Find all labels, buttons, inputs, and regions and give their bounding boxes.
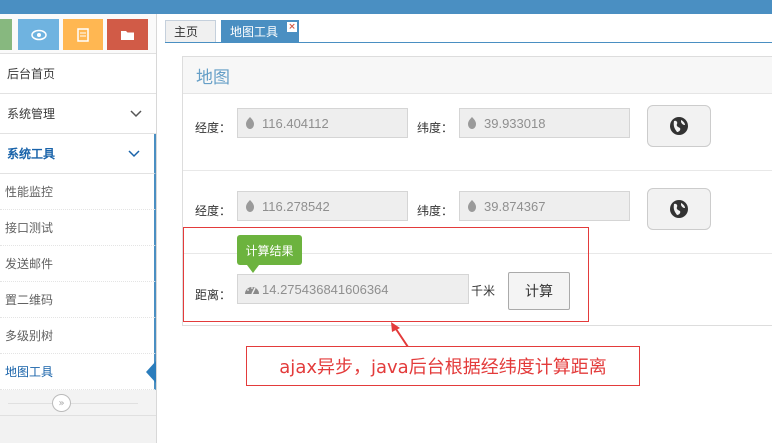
annotation-callout: ajax异步，java后台根据经纬度计算距离	[246, 346, 640, 386]
shortcut-button-blue[interactable]	[18, 19, 59, 50]
annotation-text: ajax异步，java后台根据经纬度计算距离	[279, 357, 607, 378]
sidebar-subitem-send-email[interactable]: 发送邮件	[0, 246, 156, 282]
sidebar-item-label: 系统工具	[7, 147, 56, 161]
latitude-label: 纬度：	[417, 121, 454, 135]
tab-label: 地图工具	[230, 25, 279, 39]
annotation-highlight-box	[183, 227, 589, 322]
sidebar-subitem-label: 地图工具	[5, 365, 54, 379]
note-icon	[77, 27, 89, 42]
latitude-input-2[interactable]: 39.874367	[459, 191, 630, 221]
panel-title: 地图	[196, 67, 230, 88]
sidebar-item-system-tools[interactable]: 系统工具	[0, 134, 156, 174]
longitude-label: 经度：	[195, 204, 232, 218]
sidebar-item-label: 后台首页	[7, 67, 56, 81]
chevron-down-icon	[130, 110, 142, 118]
divider	[8, 403, 138, 404]
double-chevron-right-icon: »	[58, 397, 65, 409]
shortcut-button-green[interactable]	[0, 19, 12, 50]
sidebar-subitem-label: 置二维码	[5, 293, 54, 307]
shortcut-button-red[interactable]	[107, 19, 148, 50]
map-marker-icon	[246, 117, 254, 129]
longitude-input-1[interactable]: 116.404112	[237, 108, 408, 138]
sidebar-subitem-label: 接口测试	[5, 221, 54, 235]
tab-map-tool[interactable]: 地图工具 ×	[221, 20, 299, 43]
sidebar-collapse-button[interactable]: »	[52, 394, 71, 412]
active-item-arrow	[146, 361, 156, 383]
sidebar-item-dashboard[interactable]: 后台首页	[0, 54, 156, 94]
map-marker-icon	[246, 200, 254, 212]
latitude-label: 纬度：	[417, 204, 454, 218]
sidebar-subitem-label: 多级别树	[5, 329, 54, 343]
longitude-value: 116.404112	[262, 115, 329, 131]
sidebar-subitem-map-tool[interactable]: 地图工具	[0, 354, 156, 390]
panel-header: 地图	[183, 57, 772, 94]
tabs-underline	[165, 42, 772, 43]
locate-on-map-button-1[interactable]	[647, 105, 711, 147]
latitude-value: 39.933018	[484, 115, 546, 131]
sidebar-subitem-multilevel-tree[interactable]: 多级别树	[0, 318, 156, 354]
sidebar: 后台首页 系统管理 系统工具 性能监控 接口测试 发送邮件 置二维码 多级别树 …	[0, 14, 157, 443]
globe-icon	[670, 117, 688, 135]
sidebar-subitem-api-test[interactable]: 接口测试	[0, 210, 156, 246]
sidebar-subitem-label: 性能监控	[5, 185, 54, 199]
chevron-down-icon	[128, 150, 140, 158]
eye-icon	[30, 29, 47, 40]
map-marker-icon	[468, 200, 476, 212]
map-marker-icon	[468, 117, 476, 129]
tab-label: 主页	[174, 25, 199, 39]
longitude-value: 116.278542	[262, 198, 330, 214]
top-navbar	[0, 0, 772, 14]
shortcut-button-orange[interactable]	[63, 19, 103, 50]
longitude-input-2[interactable]: 116.278542	[237, 191, 408, 221]
folder-icon	[121, 30, 134, 40]
locate-on-map-button-2[interactable]	[647, 188, 711, 230]
latitude-value: 39.874367	[484, 198, 546, 214]
tab-home[interactable]: 主页	[165, 20, 216, 43]
longitude-label: 经度：	[195, 121, 232, 135]
sidebar-subitem-label: 发送邮件	[5, 257, 54, 271]
sidebar-item-label: 系统管理	[7, 107, 56, 121]
row-divider	[183, 170, 772, 171]
latitude-input-1[interactable]: 39.933018	[459, 108, 630, 138]
sidebar-collapse-bar: »	[0, 390, 156, 416]
sidebar-item-system-management[interactable]: 系统管理	[0, 94, 156, 134]
sidebar-subitem-qrcode[interactable]: 置二维码	[0, 282, 156, 318]
tab-close-icon[interactable]: ×	[287, 22, 297, 32]
sidebar-subitem-performance-monitor[interactable]: 性能监控	[0, 174, 156, 210]
globe-icon	[670, 200, 688, 218]
sidebar-shortcuts	[0, 14, 156, 54]
